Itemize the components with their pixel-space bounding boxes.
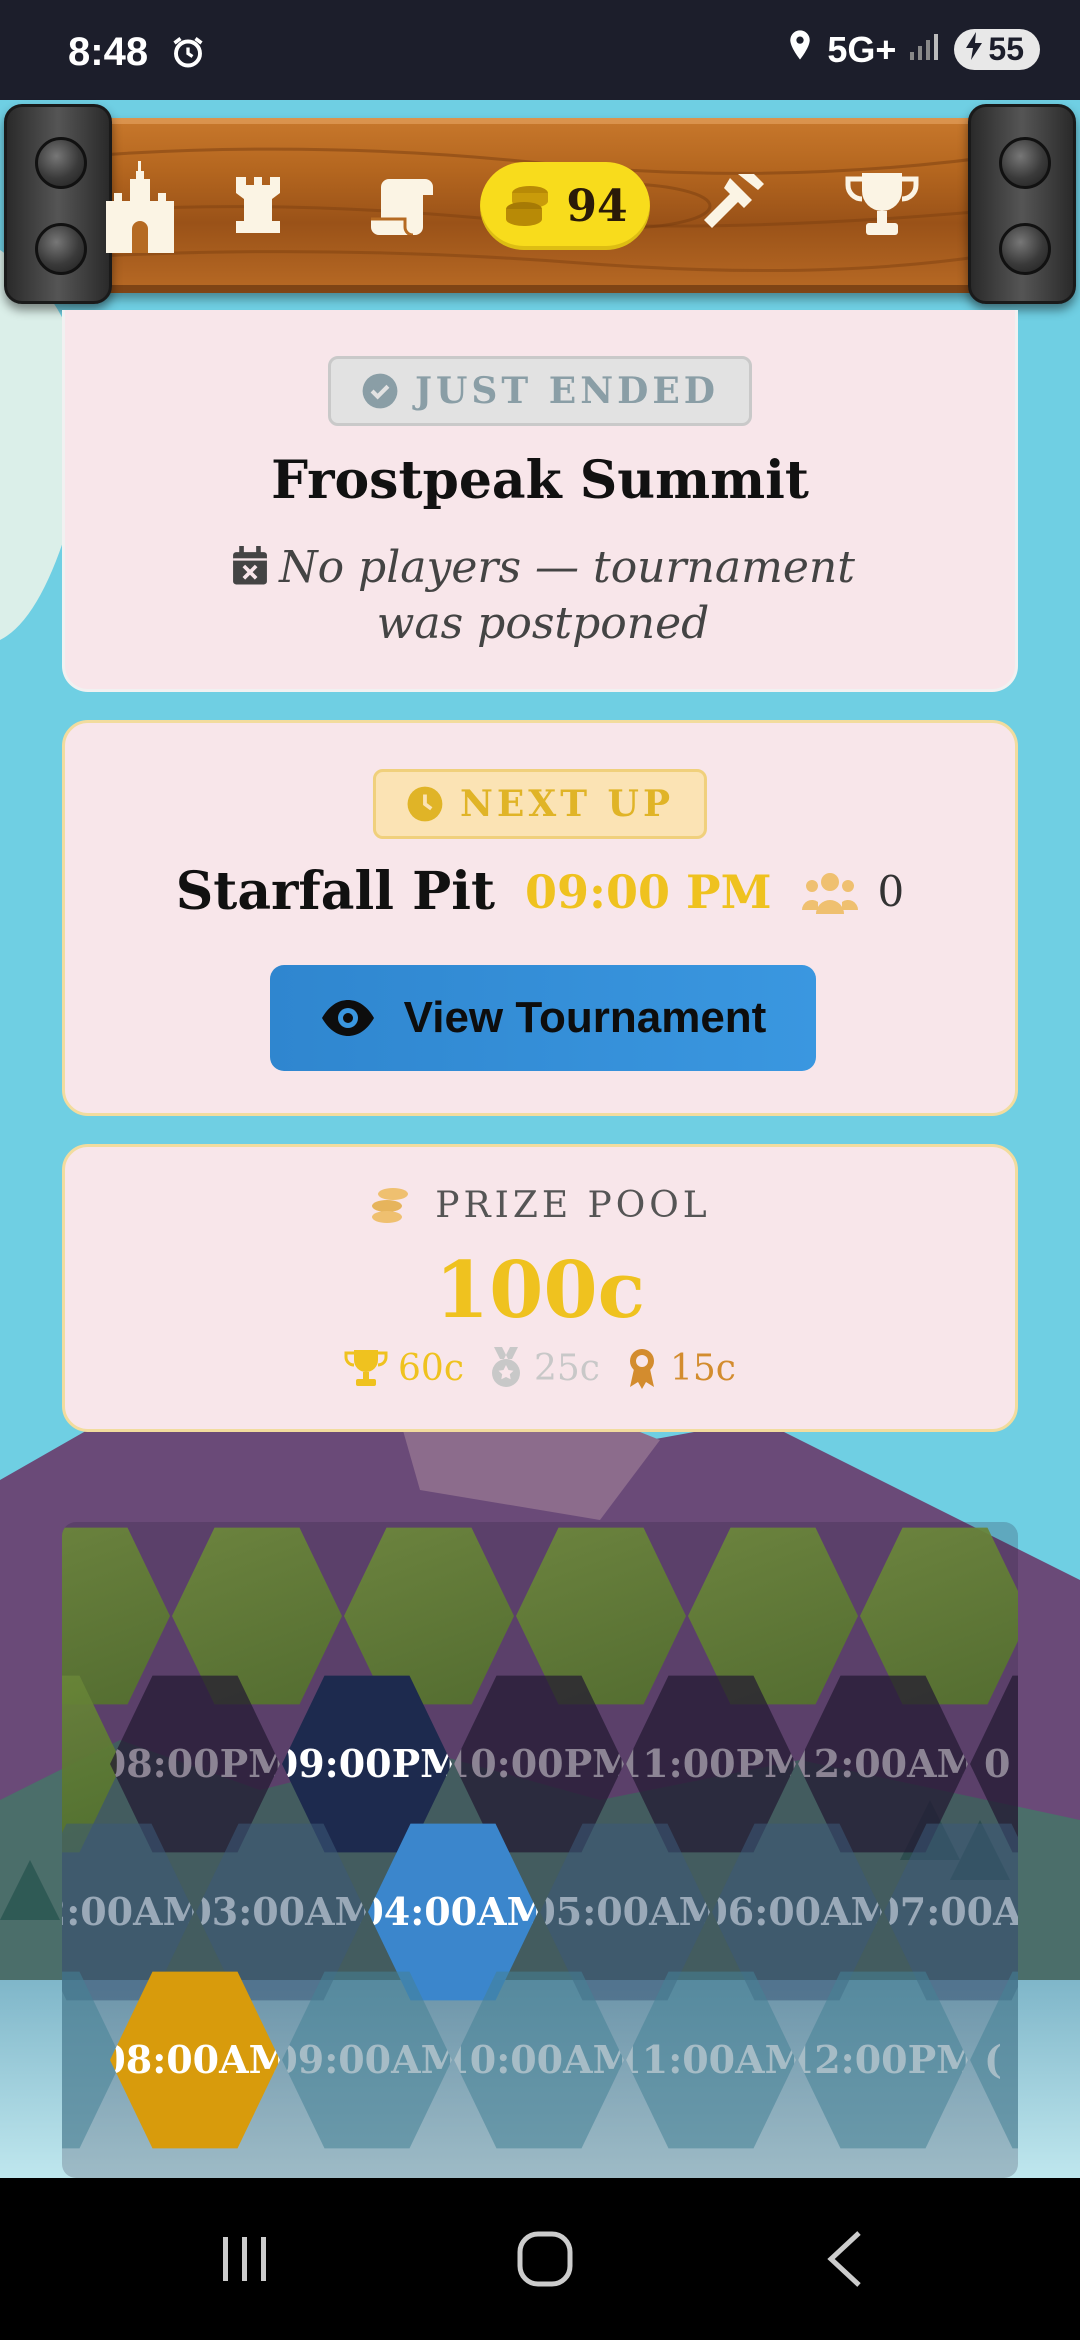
just-ended-label: JUST ENDED (415, 370, 719, 412)
bolt-icon (35, 137, 87, 189)
next-tournament-row: Starfall Pit 09:00 PM 0 (65, 861, 1015, 922)
next-tournament-time: 09:00 PM (524, 864, 772, 919)
second-prize: 25c (488, 1347, 600, 1389)
silver-medal-icon (492, 1347, 520, 1387)
status-right: 5G+ 55 (785, 28, 1040, 71)
bolt-icon (35, 223, 87, 275)
first-prize: 60c (344, 1348, 464, 1389)
just-ended-card: JUST ENDED Frostpeak Summit No players —… (62, 310, 1018, 692)
check-circle-icon (362, 373, 398, 409)
coins-icon (372, 1187, 409, 1223)
next-up-card: NEXT UP Starfall Pit 09:00 PM 0 View Tou… (62, 720, 1018, 1116)
prize-split: 60c 25c 15c (65, 1347, 1015, 1389)
next-up-badge: NEXT UP (372, 769, 708, 839)
view-tournament-button[interactable]: View Tournament (270, 965, 816, 1071)
system-nav-bar (0, 2178, 1080, 2340)
second-prize-value: 25c (534, 1347, 600, 1389)
eye-icon (321, 1000, 374, 1036)
prize-pool-label: PRIZE POOL (435, 1185, 711, 1226)
postponed-text: No players — tournament was postponed (279, 542, 855, 649)
network-label: 5G+ (827, 28, 897, 70)
schedule-hex-grid: 08:00 PM 09:00 PM 10:00 PM 11:00 PM 12:00 AM … (62, 1522, 1018, 2178)
location-icon (785, 28, 815, 71)
users-icon (801, 872, 858, 914)
trophy-icon (344, 1350, 388, 1386)
player-count: 0 (801, 867, 905, 916)
postponed-message: No players — tournament was postponed (185, 542, 901, 650)
left-bracket (4, 104, 112, 304)
status-time: 8:48 (68, 30, 149, 74)
prize-pool-total: 100c (434, 1245, 646, 1336)
hammer-icon[interactable] (698, 155, 768, 255)
battery-indicator: 55 (954, 29, 1040, 70)
bolt-icon (999, 137, 1051, 189)
recent-apps-icon[interactable] (210, 2228, 280, 2290)
third-prize: 15c (624, 1347, 736, 1389)
calendar-x-icon (231, 546, 269, 598)
player-count-value: 0 (877, 867, 905, 916)
trophy-icon[interactable] (842, 155, 922, 255)
status-bar: 8:48 5G+ 55 (0, 0, 1080, 100)
bronze-award-icon (629, 1349, 654, 1389)
next-tournament-name: Starfall Pit (175, 861, 495, 922)
just-ended-title: Frostpeak Summit (271, 450, 809, 511)
signal-icon (908, 29, 942, 71)
next-up-label: NEXT UP (459, 783, 675, 825)
castle-icon[interactable] (100, 155, 180, 255)
coin-balance[interactable]: 94 (480, 162, 650, 250)
header-toolbar: 94 (0, 100, 1080, 310)
coins-icon (506, 186, 549, 226)
first-prize-value: 60c (398, 1347, 464, 1389)
back-icon[interactable] (810, 2228, 880, 2290)
prize-pool-header: PRIZE POOL (65, 1185, 1015, 1226)
alarm-icon (170, 34, 206, 75)
just-ended-badge: JUST ENDED (328, 356, 752, 426)
battery-charging-icon (964, 31, 984, 68)
home-icon[interactable] (510, 2228, 580, 2290)
bolt-icon (999, 223, 1051, 275)
right-bracket (968, 104, 1076, 304)
scroll-icon[interactable] (362, 155, 442, 255)
third-prize-value: 15c (669, 1347, 736, 1389)
view-tournament-label: View Tournament (403, 993, 767, 1042)
coin-count: 94 (566, 180, 628, 232)
rook-icon[interactable] (228, 155, 288, 255)
battery-level: 55 (988, 31, 1024, 67)
clock-icon (407, 786, 443, 822)
prize-pool-card: PRIZE POOL 100c 60c 25c 15c (62, 1144, 1018, 1432)
